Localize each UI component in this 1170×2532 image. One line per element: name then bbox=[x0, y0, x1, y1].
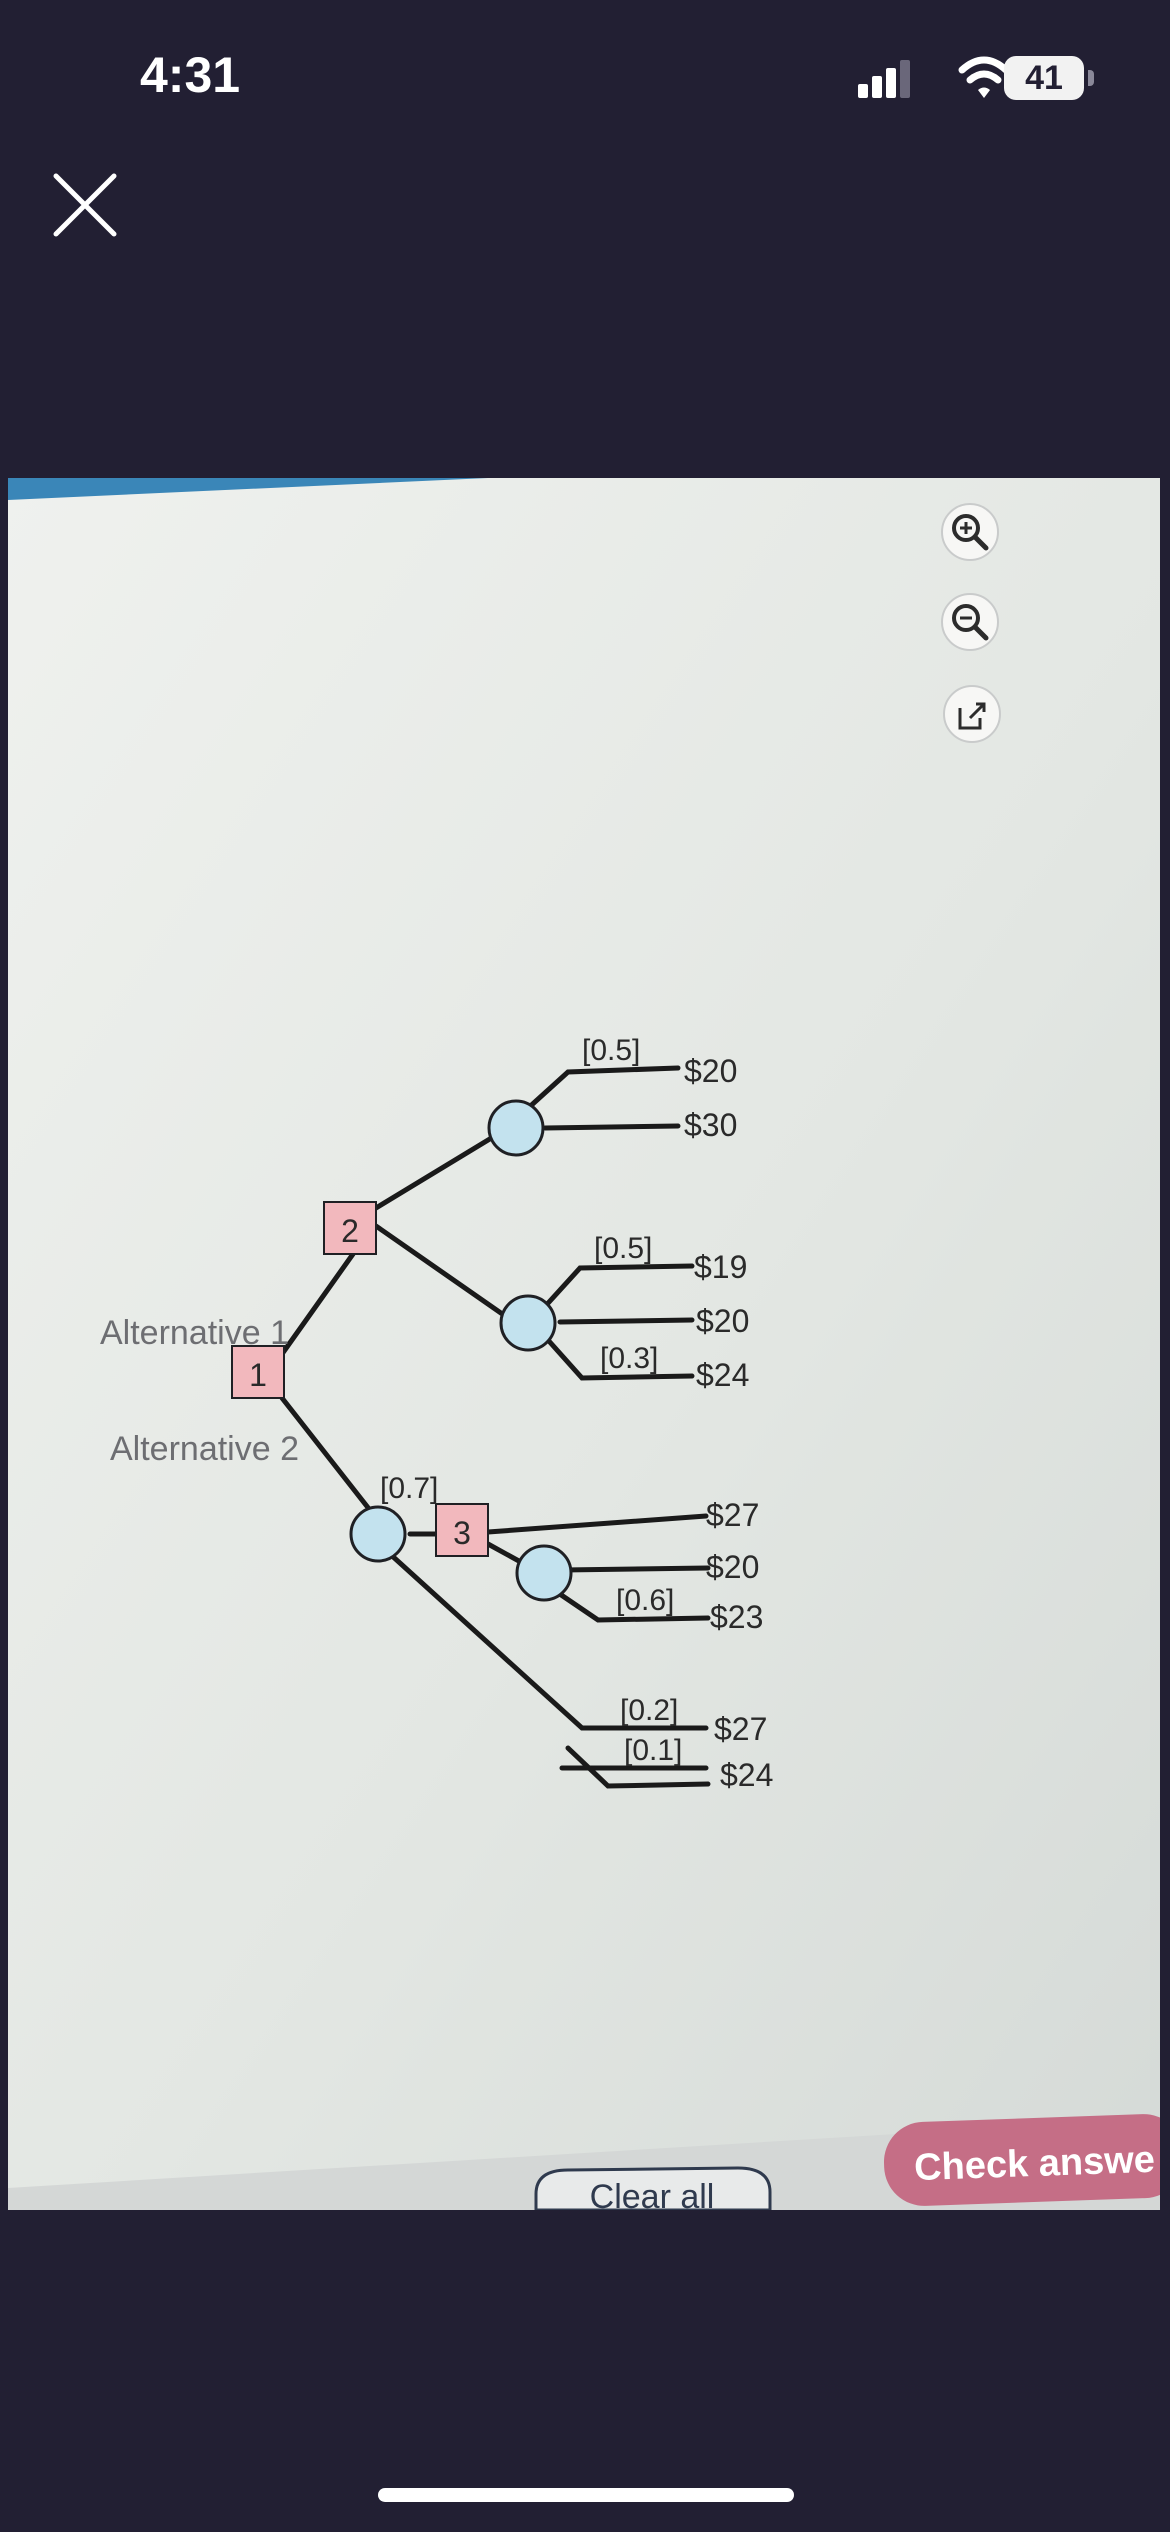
status-bar: 4:31 41 bbox=[0, 0, 1170, 150]
open-external-icon[interactable] bbox=[943, 685, 1001, 743]
decision-node-3: 3 bbox=[435, 1503, 489, 1557]
svg-text:1: 1 bbox=[249, 1357, 267, 1393]
probability-label: [0.3] bbox=[600, 1342, 658, 1375]
payoff-label: $19 bbox=[694, 1249, 747, 1285]
battery-tip bbox=[1088, 70, 1094, 86]
svg-text:2: 2 bbox=[341, 1213, 359, 1249]
payoff-label: $30 bbox=[684, 1107, 737, 1143]
decision-tree-photo: 1 2 3 Alternative 1 Alternative 2 [0.5] … bbox=[8, 478, 1160, 2210]
decision-node-2: 2 bbox=[323, 1201, 377, 1255]
alternative-1-label: Alternative 1 bbox=[100, 1314, 289, 1352]
zoom-in-icon[interactable] bbox=[941, 503, 999, 561]
svg-text:Clear all: Clear all bbox=[590, 2178, 715, 2210]
probability-label: [0.5] bbox=[594, 1232, 652, 1265]
check-answer-button[interactable]: Check answe bbox=[883, 2113, 1160, 2207]
battery-icon: 41 bbox=[1004, 56, 1084, 100]
wifi-icon bbox=[958, 56, 1010, 98]
payoff-label: $20 bbox=[696, 1303, 749, 1339]
close-icon[interactable] bbox=[52, 172, 118, 238]
payoff-label: $27 bbox=[706, 1497, 759, 1533]
decision-node-1: 1 bbox=[231, 1345, 285, 1399]
payoff-label: $20 bbox=[684, 1053, 737, 1089]
cellular-signal-icon bbox=[858, 60, 910, 98]
chance-node bbox=[499, 1294, 557, 1352]
payoff-label: $27 bbox=[714, 1711, 767, 1747]
probability-label: [0.6] bbox=[616, 1584, 674, 1617]
probability-label: [0.7] bbox=[380, 1472, 438, 1505]
payoff-label: $24 bbox=[720, 1757, 773, 1793]
zoom-out-icon[interactable] bbox=[941, 593, 999, 651]
chance-node bbox=[487, 1099, 545, 1157]
payoff-label: $24 bbox=[696, 1357, 749, 1393]
home-indicator bbox=[378, 2488, 794, 2502]
chance-node bbox=[515, 1544, 573, 1602]
probability-label: [0.2] bbox=[620, 1694, 678, 1727]
chance-node bbox=[349, 1505, 407, 1563]
clear-all-button[interactable]: Clear all bbox=[534, 2166, 772, 2210]
svg-text:3: 3 bbox=[453, 1515, 471, 1551]
probability-label: [0.5] bbox=[582, 1034, 640, 1067]
status-time: 4:31 bbox=[140, 47, 241, 103]
svg-text:Check answe: Check answe bbox=[913, 2139, 1155, 2189]
probability-label: [0.1] bbox=[624, 1734, 682, 1767]
payoff-label: $20 bbox=[706, 1549, 759, 1585]
payoff-label: $23 bbox=[710, 1599, 763, 1635]
alternative-2-label: Alternative 2 bbox=[110, 1430, 299, 1468]
